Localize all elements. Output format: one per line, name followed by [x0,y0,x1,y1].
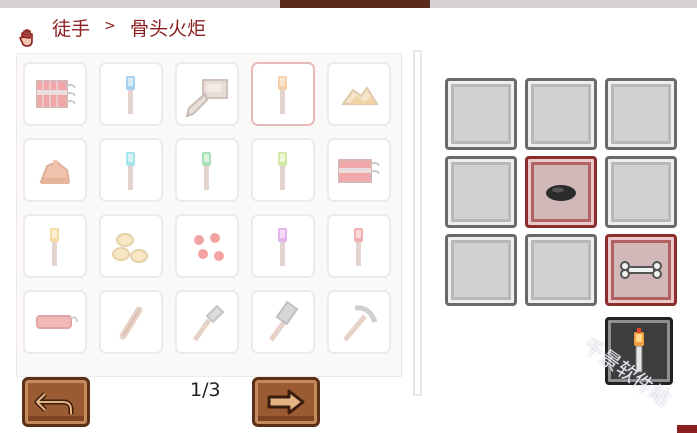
crafting-slot[interactable] [525,78,597,150]
rolled-scroll-icon [36,315,78,329]
stick-icon [119,306,143,340]
page-title: 骨头火炬 [130,18,207,40]
recipe-slot[interactable] [99,138,163,202]
purple-torch-icon [278,228,287,266]
crafting-slot[interactable] [445,156,517,228]
blue-torch-icon [126,76,135,114]
recipe-slot[interactable] [23,62,87,126]
recipe-slot[interactable] [175,290,239,354]
crafting-slot[interactable] [605,234,677,306]
green-torch-icon [202,152,211,190]
top-bar-segment [430,0,697,8]
yellow-torch-icon [50,228,59,266]
crafting-slot[interactable] [445,78,517,150]
breadcrumb-root[interactable]: 徒手 [52,14,90,41]
cyan-torch-icon [126,152,135,190]
recipe-slot[interactable] [99,290,163,354]
top-bar [0,0,697,8]
hand-icon [19,29,33,47]
red-berries-icon [194,233,224,261]
recipe-slot[interactable] [327,62,391,126]
recipe-slot[interactable] [23,214,87,278]
crafting-slot[interactable] [445,234,517,306]
recipe-slot[interactable] [327,214,391,278]
recipe-slot[interactable] [175,138,239,202]
top-bar-segment [0,0,280,8]
prev-page-button[interactable] [22,377,90,427]
cake-slice-icon [39,160,71,184]
bone-icon [620,261,662,279]
recipe-slot-selected[interactable] [251,62,315,126]
top-bar-tab[interactable] [280,0,430,8]
lime-torch-icon [278,152,287,190]
dynamite-bundle-icon [36,80,76,108]
pickaxe-icon [343,305,378,342]
crafting-slot[interactable] [605,156,677,228]
eggs-icon [112,233,148,263]
recipe-slot[interactable] [175,214,239,278]
recipe-slot[interactable] [251,138,315,202]
recipe-slot[interactable] [175,62,239,126]
recipe-slot[interactable] [23,290,87,354]
recipe-slot[interactable] [251,214,315,278]
breadcrumb-separator: > [104,18,116,34]
return-arrow-icon [34,392,74,414]
drill-gear-icon [185,79,228,118]
crafting-slot[interactable] [525,156,597,228]
shovel-icon [192,304,225,342]
dynamite-bundle-icon [338,159,380,183]
recipe-slot[interactable] [99,214,163,278]
next-page-button[interactable] [252,377,320,427]
corner-marker [677,425,697,433]
torch-icon [278,76,287,114]
crafting-slot[interactable] [525,234,597,306]
recipe-slot[interactable] [327,138,391,202]
hammer-icon [268,300,299,342]
recipe-slot[interactable] [327,290,391,354]
recipe-slot[interactable] [23,138,87,202]
crafting-slot[interactable] [605,78,677,150]
recipe-scrollbar[interactable] [413,50,422,396]
page-indicator: 1/3 [190,379,221,401]
recipe-slot[interactable] [99,62,163,126]
red-torch-icon [354,228,363,266]
pile-of-ash-icon [341,86,379,105]
coal-icon [546,185,576,201]
right-arrow-icon [267,389,305,415]
recipe-slot[interactable] [251,290,315,354]
